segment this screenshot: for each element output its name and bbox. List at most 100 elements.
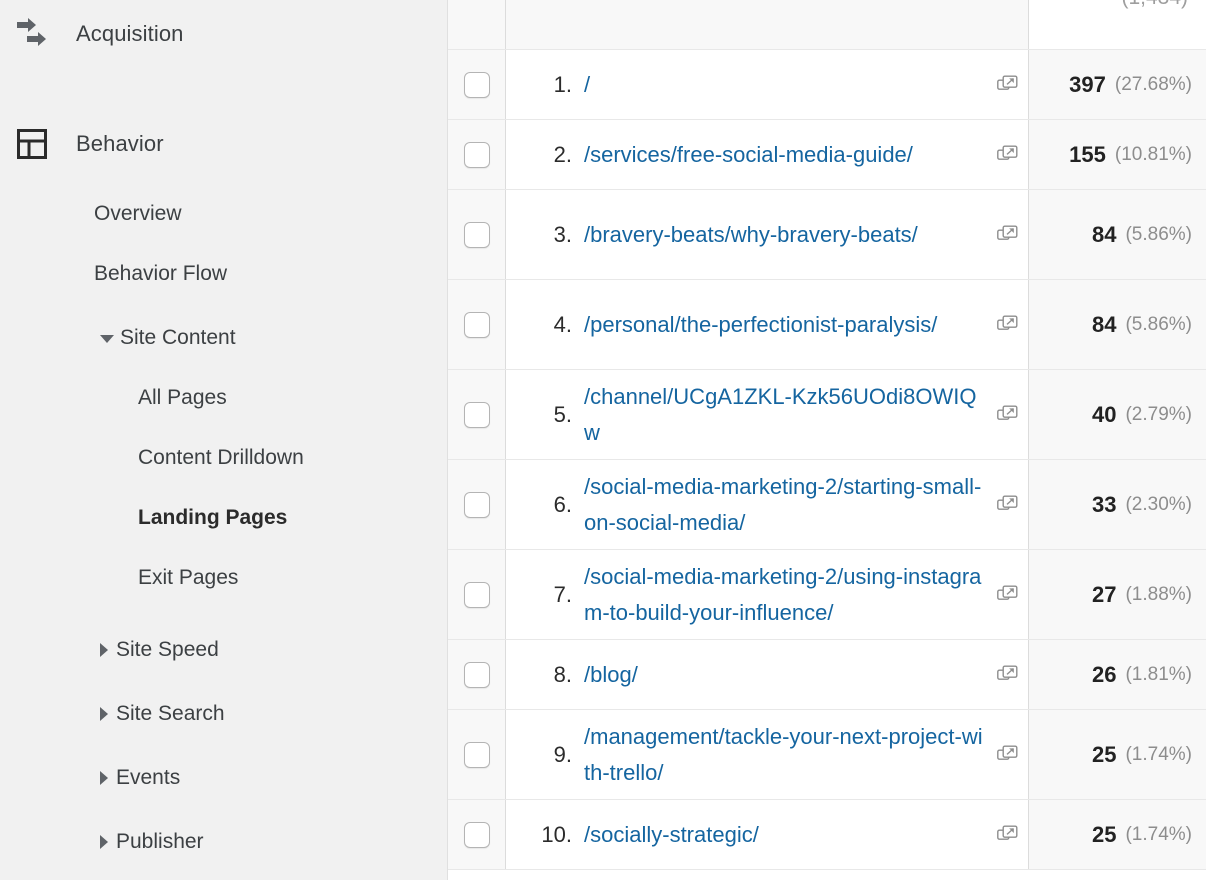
row-index: 3. [553,221,572,247]
open-in-new-window-icon[interactable] [994,144,1028,166]
sidebar-item-label: Landing Pages [138,506,288,529]
row-value-cell: 40 (2.79%) [1028,370,1206,459]
row-select-checkbox[interactable] [463,141,490,168]
open-in-new-window-icon[interactable] [994,664,1028,686]
table-row[interactable]: 1. / 397 (27.68%) [448,50,1206,120]
table-row[interactable]: 5. /channel/UCgA1ZKL-Kzk56UOdi8OWIQw 40 (2.… [448,370,1206,460]
sidebar-item-label: Events [116,766,181,789]
table-row[interactable]: 8. /blog/26 (1.81%) [448,640,1206,710]
sidebar-item-exit-pages[interactable]: Exit Pages [0,559,448,597]
row-select-checkbox[interactable] [463,581,490,608]
landing-pages-table: (1,434) 1. / 397 (27.68%) 2. /services/free-s… [448,0,1206,880]
row-page-link[interactable]: /management/tackle-your-next-project-wit… [584,719,994,791]
row-select-cell[interactable] [448,550,506,639]
row-value-cell: 84 (5.86%) [1028,190,1206,279]
row-select-checkbox[interactable] [463,311,490,338]
sidebar-item-label: Overview [94,202,182,225]
table-row[interactable]: 4. /personal/the-perfectionist-paralysis/… [448,280,1206,370]
table-row[interactable]: 3. /bravery-beats/why-bravery-beats/84 (5.… [448,190,1206,280]
table-row[interactable]: 9. /management/tackle-your-next-project-w… [448,710,1206,800]
row-index: 6. [553,491,572,517]
row-page-cell: 8. /blog/ [506,640,1028,709]
open-in-new-window-icon[interactable] [994,584,1028,606]
row-select-checkbox[interactable] [463,491,490,518]
row-index: 7. [553,581,572,607]
header-select-cell [448,0,506,49]
row-select-cell[interactable] [448,280,506,369]
table-row[interactable]: 6. /social-media-marketing-2/starting-sma… [448,460,1206,550]
row-value-cell: 27 (1.88%) [1028,550,1206,639]
row-page-link[interactable]: / [584,67,994,103]
row-select-checkbox[interactable] [463,401,490,428]
sidebar-item-label: Publisher [116,830,204,853]
sidebar-item-label: Site Speed [116,638,219,661]
row-page-link[interactable]: /channel/UCgA1ZKL-Kzk56UOdi8OWIQw [584,379,994,451]
row-select-cell[interactable] [448,710,506,799]
row-select-checkbox[interactable] [463,71,490,98]
table-header-row: (1,434) [448,0,1206,50]
open-in-new-window-icon[interactable] [994,404,1028,426]
row-sessions-value: 26 [1091,661,1117,687]
sidebar-item-site-speed[interactable]: Site Speed [0,631,448,669]
row-index: 9. [553,741,572,767]
row-select-cell[interactable] [448,640,506,709]
open-in-new-window-icon[interactable] [994,824,1028,846]
table-body: 1. / 397 (27.68%) 2. /services/free-social-me… [448,50,1206,870]
row-sessions-percent: (2.30%) [1125,493,1192,515]
sidebar-section-behavior[interactable]: Behavior [0,114,448,174]
table-row[interactable]: 7. /social-media-marketing-2/using-instag… [448,550,1206,640]
sidebar-item-landing-pages[interactable]: Landing Pages [0,499,448,537]
acquisition-arrows-icon [14,16,50,52]
sidebar-item-events[interactable]: Events [0,759,448,797]
row-page-link[interactable]: /bravery-beats/why-bravery-beats/ [584,217,994,253]
row-value-cell: 26 (1.81%) [1028,640,1206,709]
left-navigation-sidebar: Acquisition Behavior Overview Behavior F… [0,0,448,880]
row-page-link[interactable]: /socially-strategic/ [584,817,994,853]
row-select-checkbox[interactable] [463,741,490,768]
open-in-new-window-icon[interactable] [994,74,1028,96]
row-select-cell[interactable] [448,120,506,189]
row-page-link[interactable]: /blog/ [584,657,994,693]
row-select-cell[interactable] [448,50,506,119]
open-in-new-window-icon[interactable] [994,494,1028,516]
table-row[interactable]: 2. /services/free-social-media-guide/155 (… [448,120,1206,190]
sidebar-section-label: Behavior [76,131,164,156]
row-sessions-value: 397 [1069,71,1106,97]
row-select-cell[interactable] [448,460,506,549]
row-select-checkbox[interactable] [463,221,490,248]
row-sessions-value: 84 [1091,221,1117,247]
table-row[interactable]: 10. /socially-strategic/25 (1.74%) [448,800,1206,870]
row-select-checkbox[interactable] [463,821,490,848]
chevron-right-icon [100,771,108,785]
row-sessions-value: 25 [1091,821,1117,847]
row-page-cell: 1. / [506,50,1028,119]
open-in-new-window-icon[interactable] [994,744,1028,766]
row-page-link[interactable]: /social-media-marketing-2/starting-small… [584,469,994,541]
row-page-cell: 3. /bravery-beats/why-bravery-beats/ [506,190,1028,279]
sidebar-item-site-content[interactable]: Site Content [0,319,448,357]
row-index: 4. [553,311,572,337]
sidebar-item-overview[interactable]: Overview [0,195,448,233]
row-value-cell: 33 (2.30%) [1028,460,1206,549]
row-select-cell[interactable] [448,370,506,459]
row-page-link[interactable]: /social-media-marketing-2/using-instagra… [584,559,994,631]
sidebar-item-site-search[interactable]: Site Search [0,695,448,733]
sidebar-item-behavior-flow[interactable]: Behavior Flow [0,255,448,293]
row-select-cell[interactable] [448,800,506,869]
row-page-link[interactable]: /services/free-social-media-guide/ [584,137,994,173]
sidebar-item-publisher[interactable]: Publisher [0,823,448,861]
open-in-new-window-icon[interactable] [994,314,1028,336]
row-index: 2. [553,141,572,167]
chevron-right-icon [100,707,108,721]
row-page-link[interactable]: /personal/the-perfectionist-paralysis/ [584,307,994,343]
chevron-right-icon [100,643,108,657]
row-sessions-value: 27 [1091,581,1117,607]
sidebar-section-acquisition[interactable]: Acquisition [0,4,448,64]
sidebar-item-content-drilldown[interactable]: Content Drilldown [0,439,448,477]
sidebar-item-all-pages[interactable]: All Pages [0,379,448,417]
open-in-new-window-icon[interactable] [994,224,1028,246]
row-value-cell: 397 (27.68%) [1028,50,1206,119]
row-select-checkbox[interactable] [463,661,490,688]
row-page-cell: 5. /channel/UCgA1ZKL-Kzk56UOdi8OWIQw [506,370,1028,459]
row-select-cell[interactable] [448,190,506,279]
